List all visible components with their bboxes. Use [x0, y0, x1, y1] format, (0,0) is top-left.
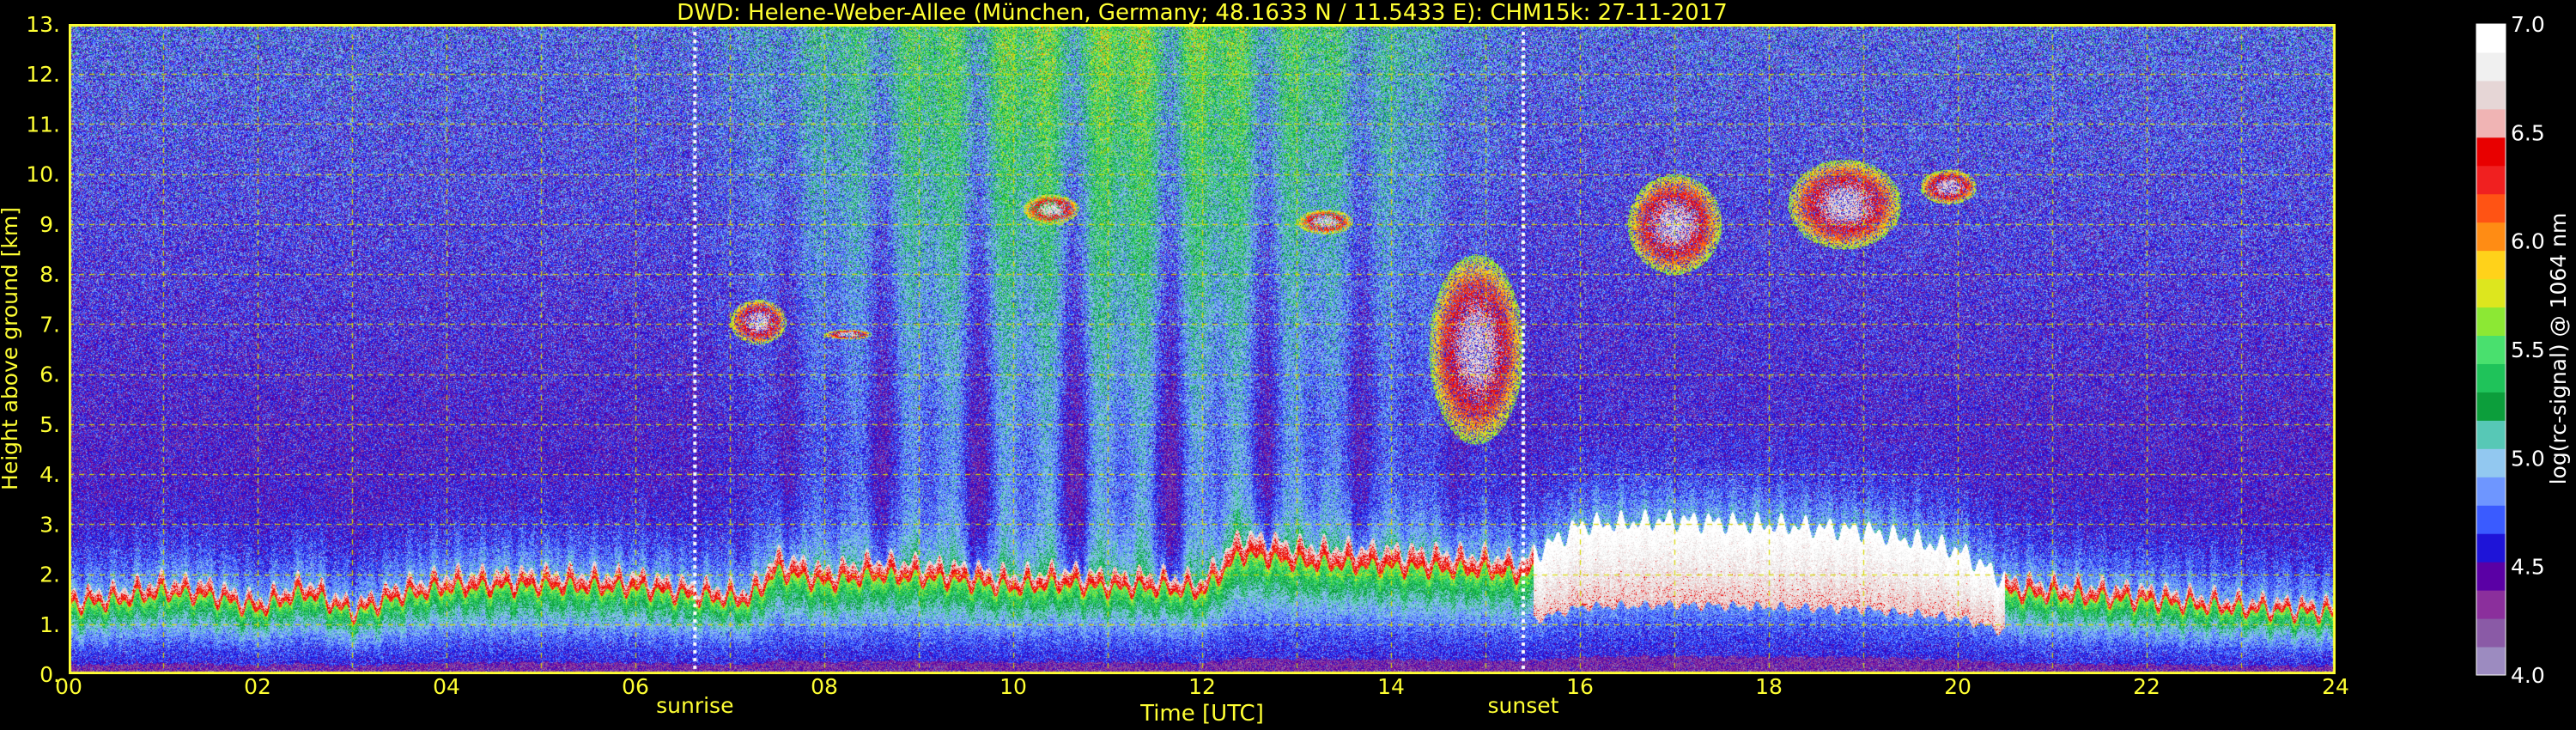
colorbar-step — [2476, 278, 2506, 308]
y-tick-label: 13. — [26, 12, 60, 37]
colorbar-step — [2476, 448, 2506, 478]
x-tick-label: 08 — [811, 674, 838, 699]
colorbar-step — [2476, 193, 2506, 223]
colorbar-step — [2476, 477, 2506, 506]
colorbar-tick-labels: 4.0 4.5 5.0 5.5 6.0 6.5 7.0 — [2511, 12, 2545, 688]
y-axis-label: Height above ground [km] — [0, 207, 22, 490]
colorbar-step — [2476, 505, 2506, 534]
colorbar-step — [2476, 618, 2506, 648]
colorbar-steps — [2476, 24, 2506, 676]
colorbar-tick-label: 6.0 — [2511, 229, 2545, 254]
y-tick-label: 8. — [39, 262, 60, 287]
colorbar-step — [2476, 165, 2506, 195]
y-tick-label: 10. — [26, 162, 60, 187]
colorbar-step — [2476, 420, 2506, 449]
colorbar-step — [2476, 335, 2506, 364]
y-tick-label: 4. — [39, 462, 60, 487]
x-tick-label: 22 — [2133, 674, 2160, 699]
x-tick-label: 06 — [622, 674, 649, 699]
colorbar: 4.0 4.5 5.0 5.5 6.0 6.5 7.0 log(rc-signal) @ 1… — [2476, 12, 2571, 688]
colorbar-label: log(rc-signal) @ 1064 nm — [2546, 213, 2571, 485]
colorbar-tick-label: 4.5 — [2511, 555, 2545, 580]
colorbar-step — [2476, 392, 2506, 421]
x-tick-label: 00 — [55, 674, 82, 699]
colorbar-step — [2476, 108, 2506, 138]
sunrise-label: sunrise — [656, 693, 733, 718]
y-tick-label: 7. — [39, 312, 60, 337]
colorbar-tick-label: 4.0 — [2511, 663, 2545, 688]
colorbar-step — [2476, 222, 2506, 252]
x-axis-label: Time [UTC] — [1139, 701, 1264, 727]
colorbar-step — [2476, 250, 2506, 280]
y-tick-label: 3. — [39, 512, 60, 537]
x-tick-label: 10 — [999, 674, 1027, 699]
x-tick-label: 02 — [244, 674, 271, 699]
x-tick-label: 04 — [433, 674, 460, 699]
y-tick-label: 11. — [26, 112, 60, 137]
colorbar-tick-label: 6.5 — [2511, 120, 2545, 145]
y-tick-label: 2. — [39, 563, 60, 587]
y-tick-label: 9. — [39, 212, 60, 237]
colorbar-step — [2476, 590, 2506, 619]
colorbar-step — [2476, 52, 2506, 82]
x-tick-label: 12 — [1188, 674, 1216, 699]
colorbar-step — [2476, 647, 2506, 676]
x-tick-label: 24 — [2322, 674, 2349, 699]
y-tick-label: 6. — [39, 362, 60, 387]
x-tick-label: 14 — [1377, 674, 1405, 699]
colorbar-step — [2476, 24, 2506, 53]
y-axis-tick-labels: 0.1.2.3.4.5.6.7.8.9.10.11.12.13. — [26, 12, 60, 687]
chart-title: DWD: Helene-Weber-Allee (München, German… — [677, 0, 1728, 26]
backscatter-heatmap — [69, 24, 2336, 674]
colorbar-step — [2476, 363, 2506, 392]
colorbar-tick-label: 5.5 — [2511, 338, 2545, 362]
colorbar-step — [2476, 562, 2506, 591]
colorbar-step — [2476, 137, 2506, 167]
colorbar-step — [2476, 533, 2506, 563]
sunset-label: sunset — [1488, 693, 1559, 718]
x-axis-tick-labels: 00 02 04 06 08 10 12 14 16 18 20 22 24 — [55, 674, 2349, 699]
x-tick-label: 16 — [1566, 674, 1594, 699]
y-tick-label: 5. — [39, 412, 60, 437]
x-tick-label: 18 — [1755, 674, 1783, 699]
x-tick-label: 20 — [1944, 674, 1971, 699]
y-tick-label: 1. — [39, 612, 60, 637]
colorbar-tick-label: 7.0 — [2511, 12, 2545, 37]
colorbar-step — [2476, 307, 2506, 337]
colorbar-step — [2476, 80, 2506, 110]
y-tick-label: 12. — [26, 62, 60, 87]
colorbar-tick-label: 5.0 — [2511, 446, 2545, 471]
